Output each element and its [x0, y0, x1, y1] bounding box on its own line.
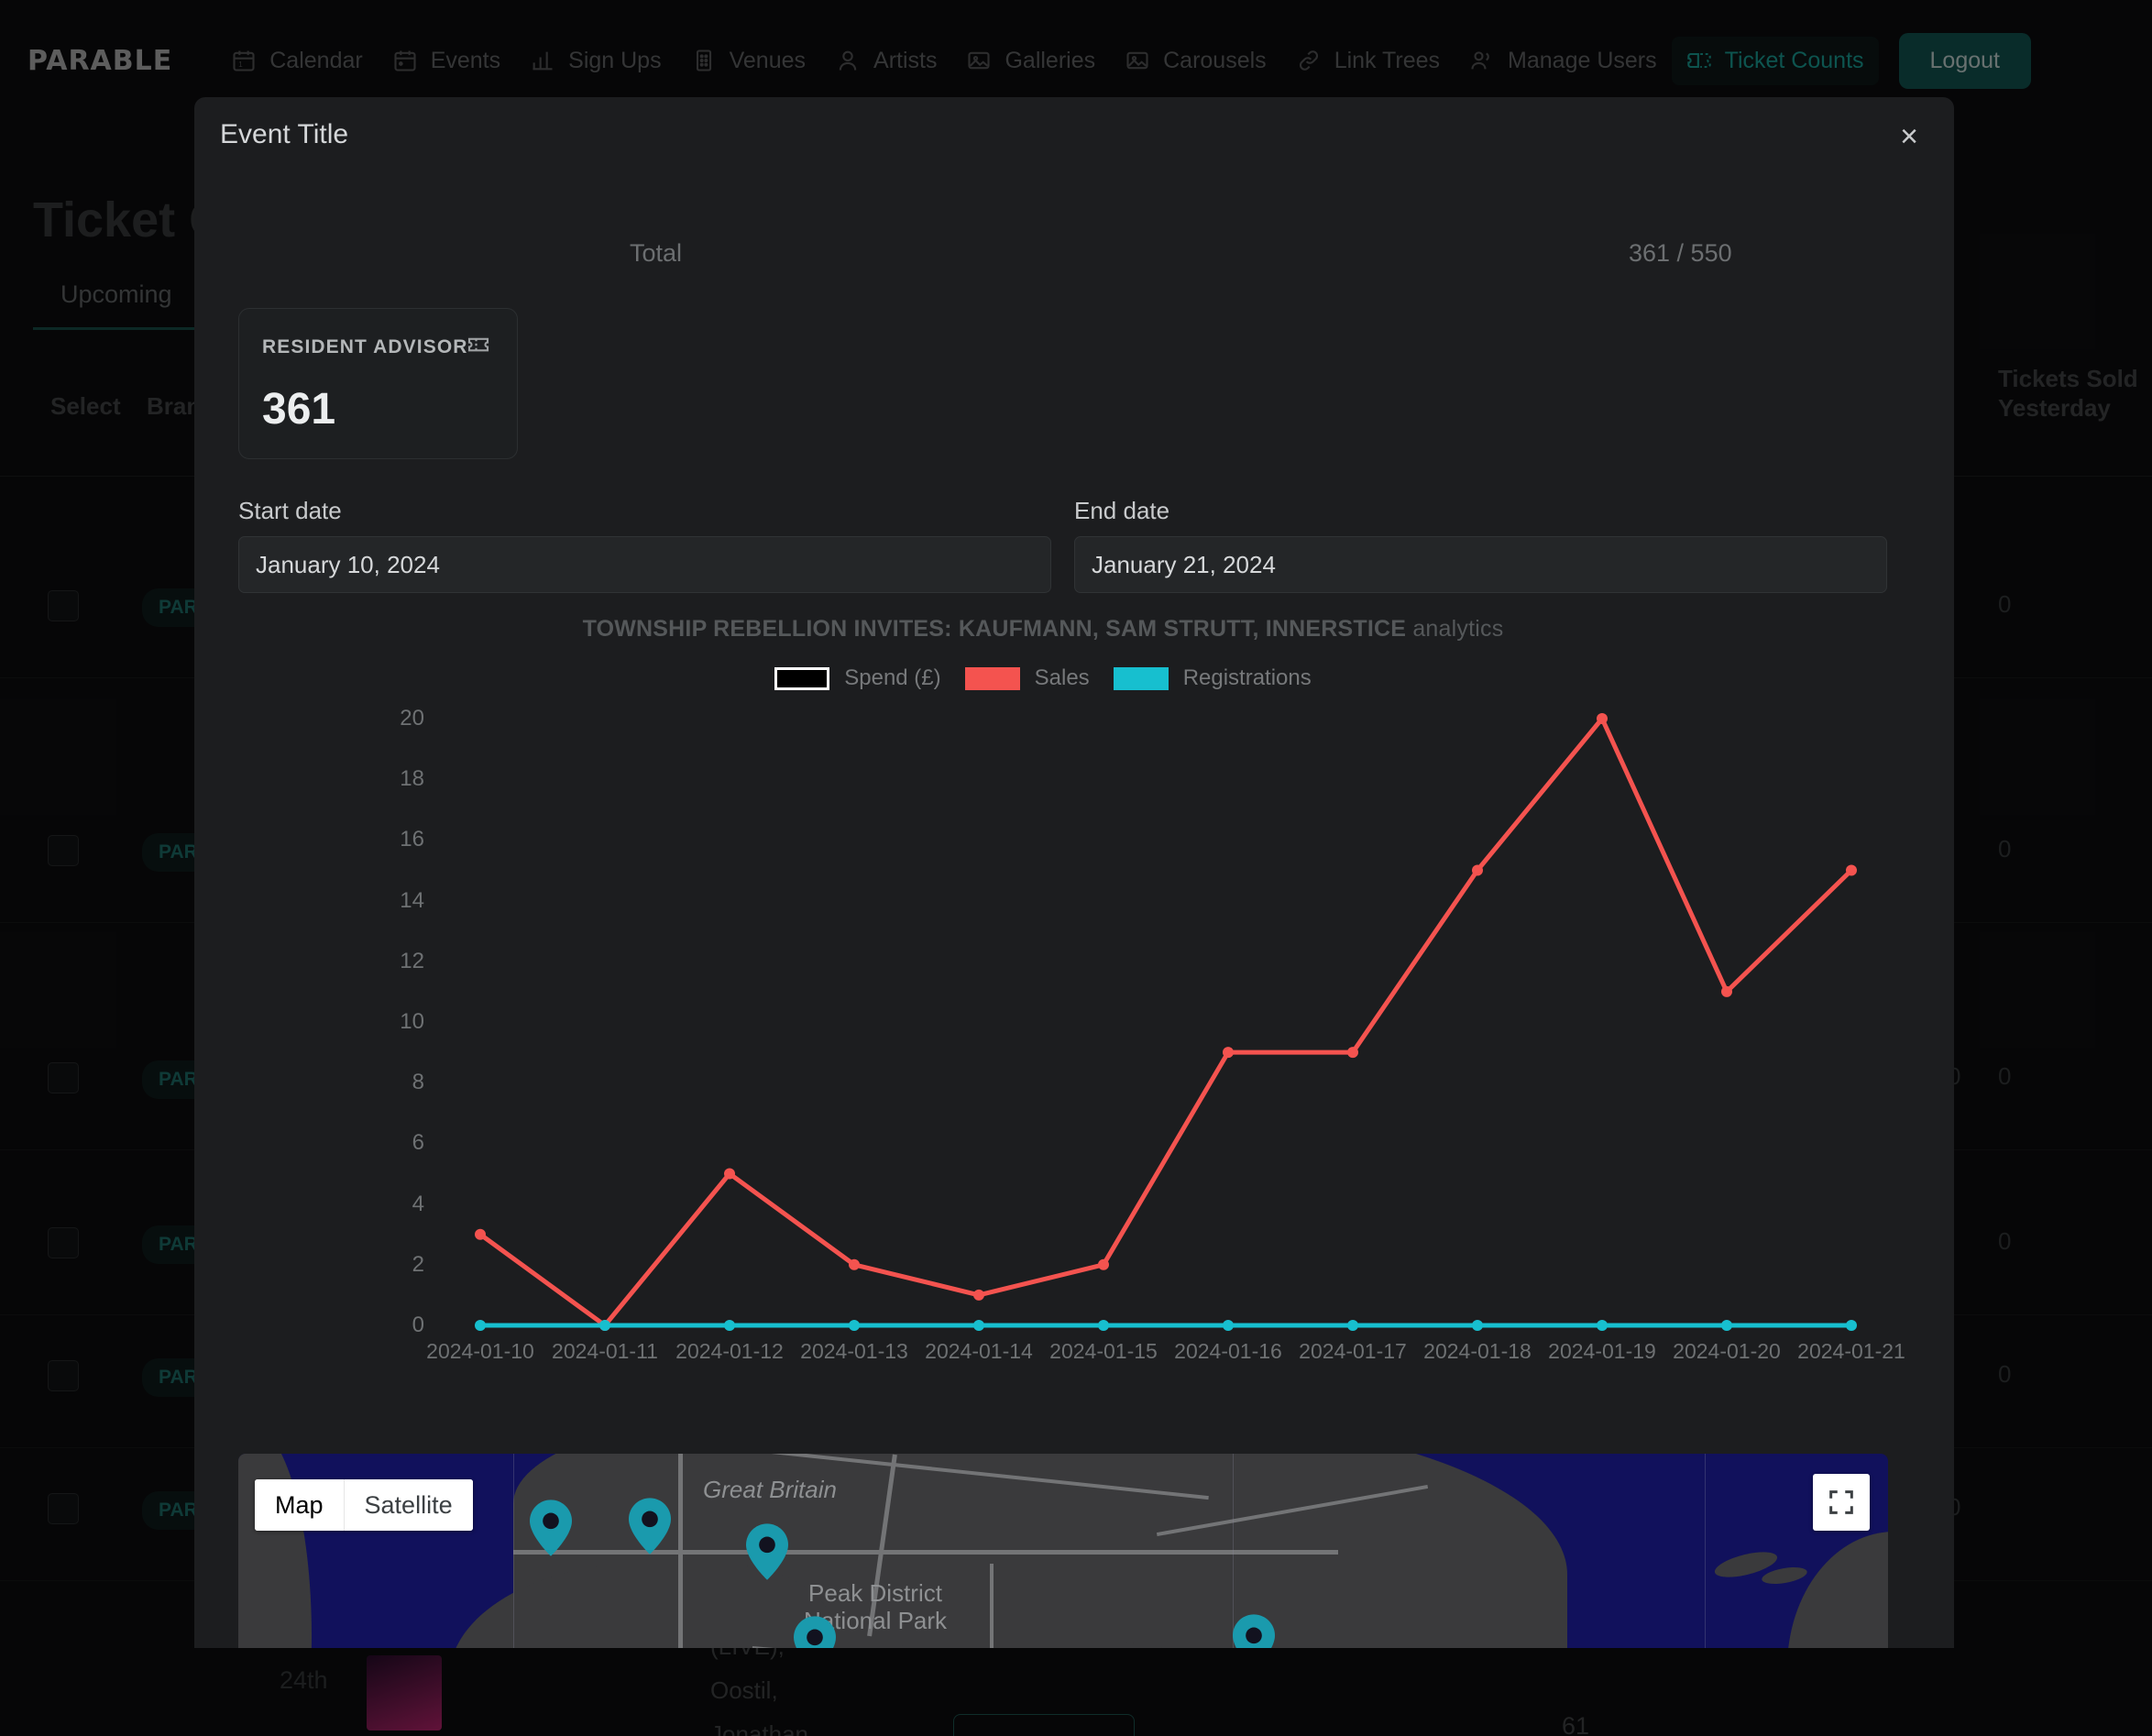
x-axis-tick-label: 2024-01-17	[1299, 1339, 1407, 1363]
chart-title-main: TOWNSHIP REBELLION INVITES: KAUFMANN, SA…	[582, 616, 1407, 642]
chart-data-point[interactable]	[1846, 864, 1857, 876]
chart-data-point[interactable]	[1846, 1320, 1857, 1331]
end-date-field: End date	[1074, 497, 1887, 593]
x-axis-tick-label: 2024-01-18	[1423, 1339, 1532, 1363]
legend-item-sales[interactable]: Sales	[964, 665, 1090, 691]
chart-data-point[interactable]	[1347, 1320, 1358, 1331]
x-axis-tick-label: 2024-01-16	[1174, 1339, 1282, 1363]
chart-data-point[interactable]	[1721, 985, 1732, 997]
chart-data-point[interactable]	[1347, 1047, 1358, 1059]
x-axis-tick-label: 2024-01-13	[800, 1339, 908, 1363]
chart-data-point[interactable]	[1098, 1258, 1109, 1270]
legend-swatch	[774, 666, 830, 690]
fullscreen-icon[interactable]	[1813, 1474, 1870, 1531]
x-axis-tick-label: 2024-01-12	[675, 1339, 784, 1363]
map-marker[interactable]	[530, 1500, 572, 1556]
legend-label: Spend (£)	[844, 665, 941, 690]
map-marker[interactable]	[794, 1616, 836, 1648]
chart-series	[475, 713, 1857, 1331]
chart-data-point[interactable]	[1223, 1320, 1234, 1331]
x-axis-tick-label: 2024-01-20	[1673, 1339, 1781, 1363]
stat-card-label: RESIDENT ADVISOR	[262, 336, 468, 357]
legend-label: Sales	[1034, 665, 1090, 690]
total-value: 361 / 550	[1629, 239, 1732, 267]
x-axis-tick-label: 2024-01-14	[925, 1339, 1033, 1363]
legend-swatch	[964, 666, 1020, 690]
stat-card-resident-advisor: RESIDENT ADVISOR 361	[238, 308, 518, 459]
chart-data-point[interactable]	[475, 1228, 486, 1240]
end-date-label: End date	[1074, 497, 1170, 524]
chart-data-point[interactable]	[724, 1168, 735, 1180]
chart-data-point[interactable]	[1597, 713, 1608, 724]
legend-item-spend[interactable]: Spend (£)	[774, 665, 941, 691]
x-axis-tick-label: 2024-01-19	[1548, 1339, 1656, 1363]
map-marker[interactable]	[629, 1498, 671, 1555]
chart-line-sales	[478, 716, 1854, 1328]
analytics-chart: TOWNSHIP REBELLION INVITES: KAUFMANN, SA…	[194, 592, 1905, 1399]
chart-data-point[interactable]	[1223, 1047, 1234, 1059]
chart-plot-area: 0 2 4 6 8 10 12 14 16 18 20 2024-01-10 2024-01-11 20…	[194, 702, 1905, 1399]
map-label-peak-district: Peak District National Park	[803, 1579, 948, 1634]
legend-label: Registrations	[1182, 665, 1312, 690]
chart-data-point[interactable]	[1098, 1320, 1109, 1331]
total-label: Total	[630, 239, 683, 267]
event-analytics-modal: Event Title × Total 361 / 550 RESIDENT A…	[194, 97, 1954, 1648]
modal-body: Total 361 / 550 RESIDENT ADVISOR 361 Sta…	[194, 97, 1954, 1648]
chart-data-point[interactable]	[1597, 1320, 1608, 1331]
attendee-map[interactable]: Great Britain Peak District National Par…	[238, 1454, 1888, 1648]
x-axis-tick-label: 2024-01-15	[1049, 1339, 1158, 1363]
map-marker[interactable]	[1233, 1614, 1275, 1648]
chart-data-point[interactable]	[599, 1320, 610, 1331]
chart-data-point[interactable]	[849, 1258, 860, 1270]
chart-data-point[interactable]	[1721, 1320, 1732, 1331]
chart-legend: Spend (£) Sales Registrations	[194, 665, 1892, 691]
x-axis-tick-label: 2024-01-10	[426, 1339, 534, 1363]
start-date-input[interactable]	[238, 536, 1051, 593]
start-date-label: Start date	[238, 497, 342, 524]
app-root: Ticket Counts Upcoming Select Brand Tick…	[0, 0, 2152, 1736]
chart-data-point[interactable]	[1472, 1320, 1483, 1331]
chart-data-point[interactable]	[724, 1320, 735, 1331]
x-axis-tick-label: 2024-01-21	[1797, 1339, 1905, 1363]
chart-data-point[interactable]	[1472, 864, 1483, 876]
start-date-field: Start date	[238, 497, 1051, 593]
map-label-great-britain: Great Britain	[703, 1476, 837, 1503]
chart-title-suffix: analytics	[1406, 616, 1504, 642]
stat-card-value: 361	[262, 385, 336, 434]
map-marker[interactable]	[746, 1523, 788, 1580]
map-toggle-satellite[interactable]: Satellite	[343, 1479, 473, 1531]
chart-title: TOWNSHIP REBELLION INVITES: KAUFMANN, SA…	[194, 616, 1892, 643]
chart-data-point[interactable]	[973, 1289, 984, 1301]
chart-data-point[interactable]	[849, 1320, 860, 1331]
legend-swatch	[1113, 666, 1169, 690]
x-axis-tick-label: 2024-01-11	[552, 1339, 658, 1363]
map-toggle-map[interactable]: Map	[255, 1479, 344, 1531]
map-type-toggle: Map Satellite	[255, 1479, 473, 1531]
ticket-icon	[464, 331, 493, 358]
chart-data-point[interactable]	[475, 1320, 486, 1331]
chart-data-point[interactable]	[973, 1320, 984, 1331]
end-date-input[interactable]	[1074, 536, 1887, 593]
legend-item-registrations[interactable]: Registrations	[1113, 665, 1312, 691]
